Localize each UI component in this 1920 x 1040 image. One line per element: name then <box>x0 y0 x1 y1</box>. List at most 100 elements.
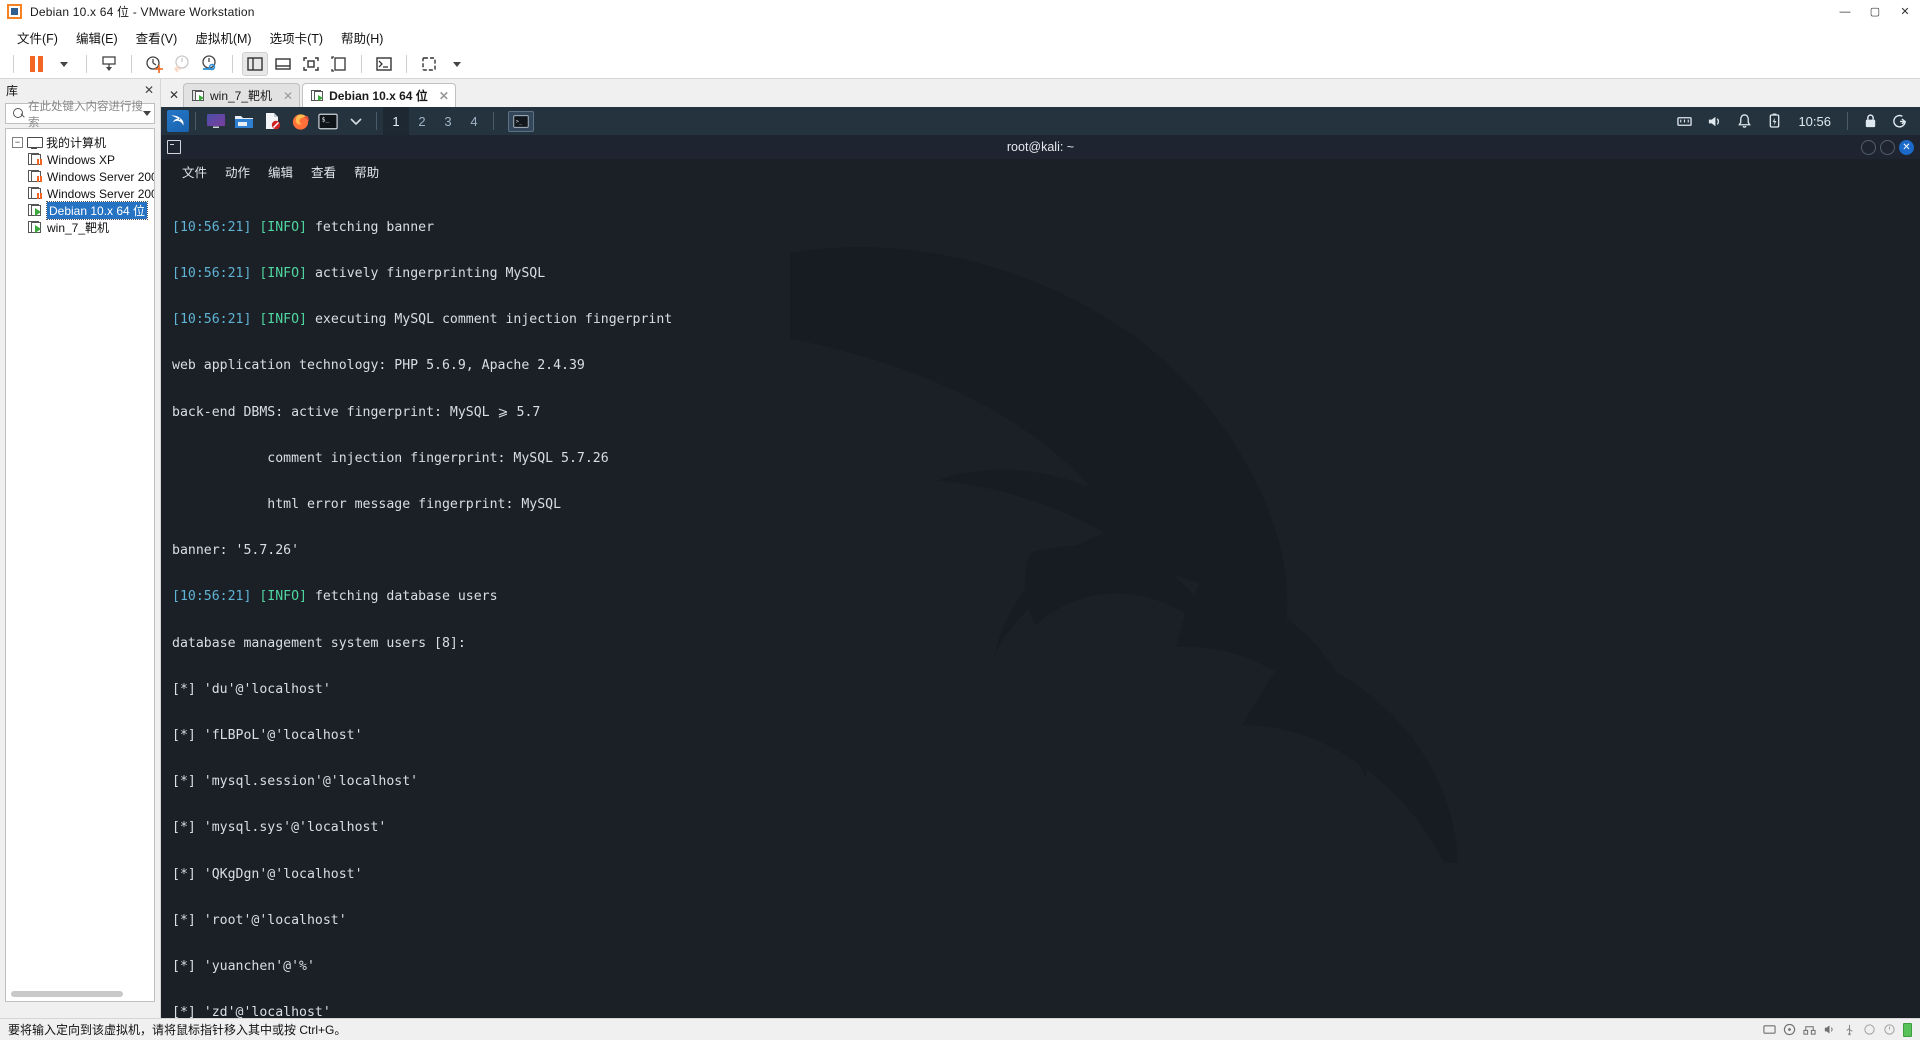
library-search-box[interactable]: 在此处键入内容进行搜索 <box>5 103 155 124</box>
terminal-line: [*] 'mysql.sys'@'localhost' <box>172 820 1920 835</box>
svg-text:$_: $_ <box>322 116 330 123</box>
tab-win-7-target[interactable]: win_7_靶机 ✕ <box>183 83 300 107</box>
firefox-icon[interactable] <box>289 110 311 132</box>
tree-item-windows-server-2008[interactable]: Windows Server 2008 <box>6 185 154 202</box>
terminal-maximize-button[interactable] <box>1880 140 1895 155</box>
fullscreen-icon[interactable] <box>298 52 324 76</box>
take-snapshot-icon[interactable] <box>141 52 167 76</box>
toolbar-separator <box>86 55 87 73</box>
clock[interactable]: 10:56 <box>1790 114 1839 129</box>
snapshot-icon[interactable] <box>96 52 122 76</box>
battery-status-icon[interactable] <box>1903 1023 1912 1037</box>
tree-item-win-7-target[interactable]: win_7_靶机 <box>6 219 154 236</box>
stretch-guest-icon[interactable] <box>416 52 442 76</box>
panel-separator <box>1847 112 1848 130</box>
cd-dvd-icon[interactable] <box>1783 1023 1796 1036</box>
network-icon[interactable] <box>1673 110 1695 132</box>
menu-tabs[interactable]: 选项卡(T) <box>261 25 332 50</box>
workspace-1[interactable]: 1 <box>383 107 409 135</box>
library-tree[interactable]: − 我的计算机 Windows XP Windows Server 2003 <box>5 128 155 1002</box>
file-manager-icon[interactable] <box>233 110 255 132</box>
logout-icon[interactable] <box>1889 110 1911 132</box>
expander-icon[interactable]: − <box>12 137 23 148</box>
terminal-title-bar[interactable]: root@kali: ~ ✕ <box>161 135 1920 159</box>
window-controls: — ▢ ✕ <box>1830 0 1920 24</box>
taskbar-terminal-button[interactable]: >_ <box>508 111 534 132</box>
terminal-line: [*] 'root'@'localhost' <box>172 913 1920 928</box>
terminal-line: [*] 'QKgDgn'@'localhost' <box>172 867 1920 882</box>
lock-screen-icon[interactable] <box>1859 110 1881 132</box>
minimize-button[interactable]: — <box>1830 0 1860 24</box>
revert-snapshot-icon[interactable] <box>169 52 195 76</box>
workspace-3[interactable]: 3 <box>435 107 461 135</box>
library-close-icon[interactable]: ✕ <box>144 83 154 97</box>
search-icon <box>12 107 25 120</box>
workspace-switcher[interactable]: 1 2 3 4 <box>383 107 487 135</box>
terminal-menu-file[interactable]: 文件 <box>173 162 216 181</box>
network-adapter-icon[interactable] <box>1803 1023 1816 1036</box>
terminal-line: comment injection fingerprint: MySQL 5.7… <box>172 451 1920 466</box>
tree-item-my-computer[interactable]: − 我的计算机 <box>6 134 154 151</box>
terminal-line: [10:56:21] [INFO] fetching banner <box>172 220 1920 235</box>
printer-icon[interactable] <box>1863 1023 1876 1036</box>
tree-item-windows-server-2003[interactable]: Windows Server 2003 <box>6 168 154 185</box>
tab-close-icon[interactable]: ✕ <box>439 89 449 103</box>
terminal-line: banner: '5.7.26' <box>172 543 1920 558</box>
show-thumbnail-bar-icon[interactable] <box>270 52 296 76</box>
stretch-caret-icon[interactable] <box>444 52 470 76</box>
battery-icon[interactable] <box>1763 110 1785 132</box>
library-horizontal-scrollbar[interactable] <box>11 991 123 997</box>
kali-dragon-icon[interactable] <box>167 110 189 132</box>
terminal-line: [10:56:21] [INFO] actively fingerprintin… <box>172 266 1920 281</box>
notification-bell-icon[interactable] <box>1733 110 1755 132</box>
system-tray: 10:56 <box>1670 110 1914 132</box>
hard-disk-icon[interactable] <box>1763 1023 1776 1036</box>
maximize-button[interactable]: ▢ <box>1860 0 1890 24</box>
tree-item-label: Windows Server 2003 <box>47 170 155 184</box>
tab-close-icon[interactable]: ✕ <box>283 89 293 103</box>
terminal-menu-edit[interactable]: 编辑 <box>259 162 302 181</box>
menu-help[interactable]: 帮助(H) <box>332 25 392 50</box>
usb-controller-icon[interactable] <box>1843 1023 1856 1036</box>
menu-edit[interactable]: 编辑(E) <box>67 25 127 50</box>
close-all-tabs-icon[interactable]: ✕ <box>165 83 183 107</box>
menu-view[interactable]: 查看(V) <box>127 25 187 50</box>
terminal-close-button[interactable]: ✕ <box>1899 140 1914 155</box>
terminal-line: database management system users [8]: <box>172 636 1920 651</box>
vm-paused-icon <box>28 187 42 200</box>
search-dropdown-icon[interactable] <box>143 111 151 116</box>
close-button[interactable]: ✕ <box>1890 0 1920 24</box>
volume-icon[interactable] <box>1703 110 1725 132</box>
status-bar: 要将输入定向到该虚拟机，请将鼠标指针移入其中或按 Ctrl+G。 <box>0 1018 1920 1040</box>
dropdown-caret-icon[interactable] <box>51 52 77 76</box>
library-title: 库 <box>6 82 18 99</box>
tab-debian-10x-64[interactable]: Debian 10.x 64 位 ✕ <box>302 83 456 107</box>
workspace-2[interactable]: 2 <box>409 107 435 135</box>
terminal-menu-help[interactable]: 帮助 <box>345 162 388 181</box>
vmware-workstation-window: Debian 10.x 64 位 - VMware Workstation — … <box>0 0 1920 1040</box>
terminal-minimize-button[interactable] <box>1861 140 1876 155</box>
terminal-menu-bar: 文件 动作 编辑 查看 帮助 <box>161 159 1920 183</box>
chevron-down-icon[interactable] <box>345 110 367 132</box>
show-library-icon[interactable] <box>242 52 268 76</box>
terminal-menu-view[interactable]: 查看 <box>302 162 345 181</box>
menu-bar: 文件(F) 编辑(E) 查看(V) 虚拟机(M) 选项卡(T) 帮助(H) <box>0 24 1920 50</box>
snapshot-manager-icon[interactable] <box>197 52 223 76</box>
sound-card-icon[interactable] <box>1823 1023 1836 1036</box>
unity-mode-icon[interactable] <box>326 52 352 76</box>
terminal-icon[interactable]: $_ <box>317 110 339 132</box>
pause-icon[interactable] <box>23 52 49 76</box>
tree-item-windows-xp[interactable]: Windows XP <box>6 151 154 168</box>
show-desktop-icon[interactable] <box>205 110 227 132</box>
terminal-menu-actions[interactable]: 动作 <box>216 162 259 181</box>
workspace-4[interactable]: 4 <box>461 107 487 135</box>
display-icon[interactable] <box>1883 1023 1896 1036</box>
terminal-line: [*] 'fLBPoL'@'localhost' <box>172 728 1920 743</box>
menu-virtual-machine[interactable]: 虚拟机(M) <box>186 25 260 50</box>
terminal-output-area[interactable]: [10:56:21] [INFO] fetching banner [10:56… <box>161 183 1920 1018</box>
tab-label: win_7_靶机 <box>210 87 272 104</box>
menu-file[interactable]: 文件(F) <box>8 25 67 50</box>
tree-item-debian-10x-64[interactable]: Debian 10.x 64 位 <box>6 202 154 219</box>
console-view-icon[interactable] <box>371 52 397 76</box>
text-editor-icon[interactable] <box>261 110 283 132</box>
